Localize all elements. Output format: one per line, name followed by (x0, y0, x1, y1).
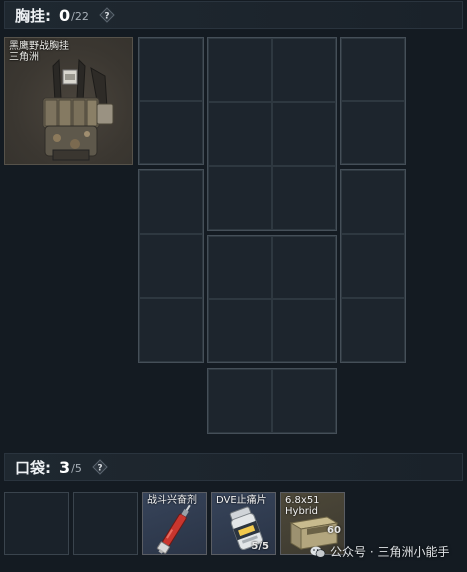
rig-slot-block[interactable] (340, 169, 406, 363)
rig-cell[interactable] (272, 166, 336, 230)
rig-cell[interactable] (272, 236, 336, 299)
rig-cell[interactable] (208, 299, 272, 362)
rig-cell[interactable] (272, 38, 336, 102)
item-label: 战斗兴奋剂 (147, 495, 197, 506)
rig-slot-block[interactable] (207, 235, 337, 363)
equipped-item-name: 黑鹰野战胸挂 三角洲 (9, 41, 69, 63)
rig-cell[interactable] (272, 102, 336, 166)
rig-cell[interactable] (272, 299, 336, 362)
wechat-icon (310, 546, 326, 558)
rig-cell[interactable] (139, 298, 203, 362)
watermark: 公众号 · 三角洲小能手 (310, 543, 449, 560)
rig-cell[interactable] (139, 170, 203, 234)
watermark-text: 公众号 · 三角洲小能手 (330, 545, 450, 559)
pockets-header: 口袋: 3 /5 ? (4, 453, 463, 481)
rig-cell[interactable] (208, 38, 272, 102)
rig-slot-block[interactable] (138, 169, 204, 363)
chest-rig-title: 胸挂: (15, 6, 51, 25)
chest-rig-capacity: /22 (71, 10, 89, 23)
help-icon[interactable]: ? (92, 459, 108, 475)
rig-cell[interactable] (341, 234, 405, 298)
svg-text:?: ? (104, 12, 109, 22)
pocket-item-painkiller[interactable]: DVE止痛片 5/5 (211, 492, 276, 555)
rig-cell[interactable] (208, 236, 272, 299)
svg-text:?: ? (97, 464, 102, 474)
rig-cell[interactable] (341, 170, 405, 234)
rig-slot-block[interactable] (207, 368, 337, 434)
item-count: 60 (327, 525, 341, 536)
rig-cell[interactable] (341, 101, 405, 164)
rig-cell[interactable] (208, 166, 272, 230)
help-icon[interactable]: ? (99, 7, 115, 23)
rig-cell[interactable] (139, 234, 203, 298)
rig-slot-block[interactable] (207, 37, 337, 231)
item-label: DVE止痛片 (216, 495, 267, 506)
rig-slot-block[interactable] (138, 37, 204, 165)
pocket-item-combat-stimulant[interactable]: 战斗兴奋剂 (142, 492, 207, 555)
rig-cell[interactable] (208, 369, 272, 433)
rig-cell[interactable] (208, 102, 272, 166)
pockets-capacity: /5 (71, 462, 82, 475)
rig-cell[interactable] (139, 101, 203, 164)
item-count: 5/5 (251, 541, 269, 552)
item-label: 6.8x51 Hybrid (285, 495, 320, 517)
pockets-count: 3 (59, 457, 71, 477)
pockets-title: 口袋: (15, 458, 51, 477)
rig-cell[interactable] (139, 38, 203, 101)
rig-slot-block[interactable] (340, 37, 406, 165)
chest-rig-header: 胸挂: 0 /22 ? (4, 1, 463, 29)
chest-rig-count: 0 (59, 5, 71, 25)
rig-cell[interactable] (341, 38, 405, 101)
equipped-chest-rig[interactable]: 黑鹰野战胸挂 三角洲 (4, 37, 133, 165)
rig-cell[interactable] (341, 298, 405, 362)
pocket-slot-empty[interactable] (73, 492, 138, 555)
pocket-slot-empty[interactable] (4, 492, 69, 555)
rig-cell[interactable] (272, 369, 336, 433)
